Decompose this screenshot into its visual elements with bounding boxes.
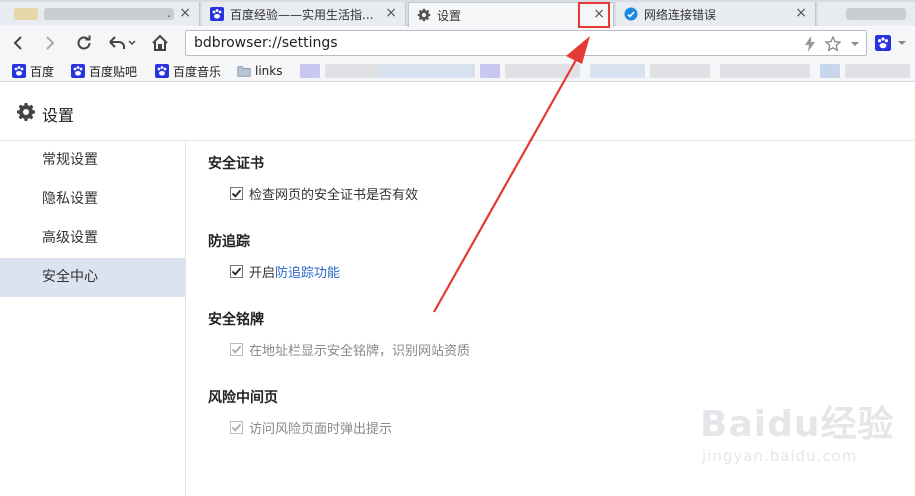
- tab-network-error[interactable]: 网络连接错误 ×: [616, 2, 816, 26]
- search-engine-button[interactable]: [872, 32, 894, 54]
- bookmark-label: 百度: [30, 64, 55, 79]
- refresh-button[interactable]: [72, 32, 96, 54]
- bookmark-blurred: [380, 64, 475, 78]
- sidebar-item-advanced[interactable]: 高级设置: [0, 219, 186, 258]
- option-security-badge: 在地址栏显示安全铭牌，识别网站资质: [230, 340, 470, 359]
- bookmark-folder-links[interactable]: links: [237, 63, 282, 79]
- watermark-site: jingyan.baidu.com: [702, 447, 858, 465]
- tab-title: 百度经验——实用生活指...: [230, 7, 374, 22]
- bookmark-blurred: [505, 64, 580, 78]
- bookmark-label: 百度音乐: [173, 64, 222, 79]
- gear-icon: [417, 8, 431, 22]
- option-anti-tracking[interactable]: 开启 防追踪功能: [230, 262, 340, 281]
- baidu-paw-icon: [71, 64, 85, 78]
- sidebar-item-general[interactable]: 常规设置: [0, 141, 186, 180]
- arrow-left-icon: [13, 36, 22, 50]
- checkbox[interactable]: [230, 265, 243, 278]
- tab-title: 设置: [437, 8, 462, 23]
- bookmark-music[interactable]: 百度音乐: [155, 63, 221, 79]
- bookmark-blurred: [300, 64, 320, 78]
- address-bar[interactable]: bdbrowser://settings: [185, 30, 867, 56]
- option-label: 在地址栏显示安全铭牌，识别网站资质: [249, 344, 471, 359]
- bookmark-blurred: [325, 64, 385, 78]
- address-url[interactable]: bdbrowser://settings: [194, 35, 338, 51]
- bookmarks-bar: 百度 百度贴吧 百度音乐 links: [0, 60, 915, 82]
- tab-title-ellipsis: .: [167, 6, 171, 20]
- section-title-security-badge: 安全铭牌: [208, 312, 264, 328]
- tab-close-icon[interactable]: ×: [179, 6, 191, 20]
- watermark-brand: Baidu经验: [700, 404, 895, 445]
- bookmark-tieba[interactable]: 百度贴吧: [71, 63, 137, 79]
- browser-toolbar: bdbrowser://settings: [0, 27, 915, 60]
- checkmark-icon: [231, 189, 242, 198]
- undo-icon: [109, 36, 136, 49]
- bookmark-blurred: [480, 64, 500, 78]
- bookmark-blurred: [650, 64, 710, 78]
- tab-blurred-right[interactable]: [818, 2, 915, 26]
- home-icon: [152, 34, 168, 51]
- section-title-anti-tracking: 防追踪: [208, 234, 250, 250]
- anti-tracking-link[interactable]: 防追踪功能: [275, 262, 340, 281]
- tab-close-icon[interactable]: ×: [385, 6, 397, 20]
- page-title: 设置: [42, 106, 75, 125]
- folder-icon: [237, 66, 251, 77]
- settings-sidebar: 常规设置 隐私设置 高级设置 安全中心: [0, 141, 186, 496]
- back-button[interactable]: [6, 32, 30, 54]
- globe-icon: [624, 7, 638, 21]
- option-check-certificate[interactable]: 检查网页的安全证书是否有效: [230, 184, 418, 203]
- bookmark-label: 百度贴吧: [89, 64, 138, 79]
- checkbox[interactable]: [230, 187, 243, 200]
- checkmark-icon: [231, 267, 242, 276]
- section-title-certificate: 安全证书: [208, 156, 264, 172]
- tab-baidu-jingyan[interactable]: 百度经验——实用生活指... ×: [202, 2, 406, 26]
- option-label-prefix: 开启: [249, 266, 276, 281]
- lightning-icon[interactable]: [801, 35, 819, 53]
- chevron-down-icon: [898, 41, 906, 45]
- bookmark-blurred: [720, 64, 810, 78]
- tab-title: 网络连接错误: [644, 7, 717, 22]
- checkbox: [230, 343, 243, 356]
- gear-icon: [17, 103, 35, 121]
- refresh-icon: [77, 35, 91, 50]
- sidebar-item-security[interactable]: 安全中心: [0, 258, 186, 297]
- checkmark-icon: [231, 345, 242, 354]
- bookmark-label: links: [255, 64, 283, 78]
- undo-close-button[interactable]: [104, 32, 138, 54]
- tab-blurred[interactable]: . ×: [0, 2, 200, 26]
- forward-button[interactable]: [38, 32, 62, 54]
- bookmark-blurred: [590, 64, 645, 78]
- tab-favicon-blurred: [14, 8, 38, 20]
- checkbox: [230, 421, 243, 434]
- bookmark-blurred: [845, 64, 910, 78]
- baidu-paw-icon: [875, 35, 891, 51]
- sidebar-item-privacy[interactable]: 隐私设置: [0, 180, 186, 219]
- option-label: 检查网页的安全证书是否有效: [249, 188, 419, 203]
- settings-header: 设置: [0, 83, 915, 141]
- chevron-down-icon[interactable]: [846, 35, 864, 53]
- baidu-paw-icon: [155, 64, 169, 78]
- bookmark-blurred: [820, 64, 840, 78]
- checkmark-icon: [231, 423, 242, 432]
- option-label: 访问风险页面时弹出提示: [249, 422, 393, 437]
- baidu-jingyan-watermark: Baidu经验 jingyan.baidu.com: [700, 395, 900, 475]
- baidu-paw-icon: [210, 7, 224, 21]
- baidu-paw-icon: [12, 64, 26, 78]
- tab-strip: . × 百度经验——实用生活指... × 设置 × 网络连接错误 ×: [0, 0, 915, 27]
- search-engine-dropdown[interactable]: [895, 32, 909, 54]
- bookmark-baidu[interactable]: 百度: [12, 63, 54, 79]
- arrow-right-icon: [46, 36, 55, 50]
- star-icon[interactable]: [824, 35, 842, 53]
- tab-title-blurred: [846, 8, 906, 20]
- section-title-risk-page: 风险中间页: [208, 390, 278, 406]
- tab-close-icon[interactable]: ×: [795, 6, 807, 20]
- home-button[interactable]: [148, 32, 172, 54]
- annotation-highlight-box: [578, 2, 610, 28]
- option-risk-page: 访问风险页面时弹出提示: [230, 418, 392, 437]
- tab-title-blurred: [44, 8, 174, 20]
